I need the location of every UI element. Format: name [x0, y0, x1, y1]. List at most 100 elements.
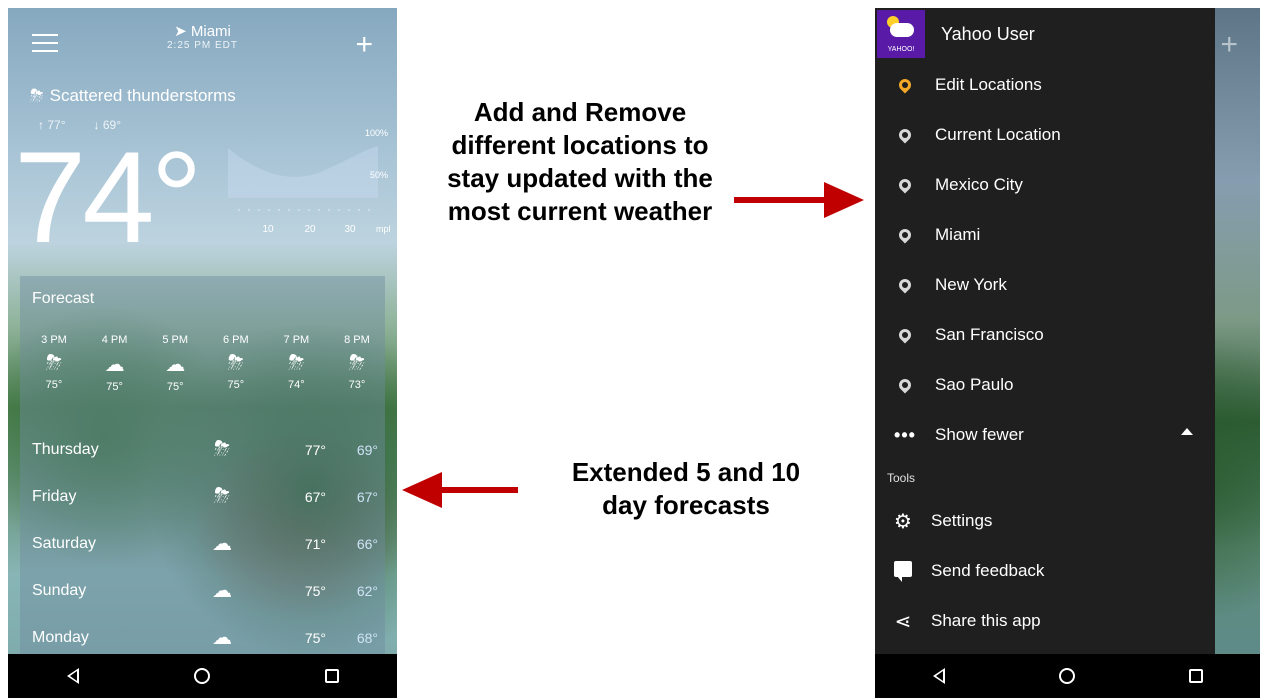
location-pin-icon	[875, 376, 935, 394]
tools-section-label: Tools	[887, 471, 916, 485]
add-location-icon[interactable]: +	[1220, 28, 1238, 62]
current-temperature: 74°	[14, 124, 203, 270]
home-icon	[194, 668, 211, 684]
menu-item-label: Miami	[935, 225, 981, 244]
caption-locations: Add and Remove different locations to st…	[447, 97, 713, 226]
add-location-icon[interactable]: +	[355, 30, 373, 60]
navigation-drawer: YAHOO! Yahoo User Edit Locations Current…	[875, 8, 1215, 654]
day-row[interactable]: Saturday ☁ 71° 66°	[32, 520, 382, 567]
chevron-up-icon	[1181, 428, 1193, 435]
menu-item-current-location[interactable]: Current Location	[875, 110, 1215, 160]
hour-item: 6 PM ⛈ 75°	[210, 334, 262, 393]
menu-item-label: Send feedback	[931, 561, 1045, 580]
location-arrow-icon: ➤	[174, 23, 191, 40]
day-high: 71°	[304, 535, 326, 552]
top-bar: ➤ Miami 2:25 PM EDT +	[8, 8, 397, 78]
yahoo-weather-logo: YAHOO!	[877, 10, 925, 58]
location-pin-icon	[875, 76, 935, 94]
day-row[interactable]: Friday ⛈ 67° 67°	[32, 473, 382, 520]
day-name: Sunday	[32, 581, 87, 599]
hour-temp: 75°	[106, 381, 123, 393]
day-low: 67°	[356, 488, 378, 505]
recents-button[interactable]	[312, 656, 352, 696]
day-row[interactable]: Thursday ⛈ 77° 69°	[32, 426, 382, 473]
location-header: ➤ Miami 2:25 PM EDT	[8, 22, 397, 51]
menu-item-label: Share this app	[931, 611, 1041, 630]
cloud-icon: ☁	[212, 580, 232, 602]
day-high: 75°	[304, 582, 326, 599]
user-name[interactable]: Yahoo User	[941, 24, 1035, 45]
feedback-icon	[875, 560, 931, 583]
day-low: 69°	[356, 441, 378, 458]
menu-item-mexico-city[interactable]: Mexico City	[875, 160, 1215, 210]
menu-item-label: Mexico City	[935, 175, 1023, 194]
day-name: Monday	[32, 628, 89, 646]
forecast-title: Forecast	[32, 290, 95, 307]
cloud-icon: ☁	[212, 533, 232, 555]
menu-item-send-feedback[interactable]: Send feedback	[875, 546, 1215, 596]
recents-icon	[1188, 669, 1203, 683]
menu-item-share-app[interactable]: ⋖ Share this app	[875, 596, 1215, 646]
thunderstorm-icon: ⛈	[288, 352, 305, 374]
menu-item-settings[interactable]: ⚙ Settings	[875, 496, 1215, 546]
menu-item-new-york[interactable]: New York	[875, 260, 1215, 310]
recents-button[interactable]	[1176, 656, 1216, 696]
hour-time: 5 PM	[162, 334, 189, 346]
drawer-screen: + YAHOO! Yahoo User Edit Locations Curre…	[875, 8, 1260, 698]
hour-item: 5 PM ☁ 75°	[149, 334, 201, 393]
back-icon	[66, 668, 79, 684]
forecast-panel: Forecast 3 PM ⛈ 75° 4 PM ☁ 75° 5 PM ☁ 75…	[20, 276, 385, 666]
arrow-right-icon	[734, 182, 864, 218]
axis-label-10: 10	[262, 224, 274, 235]
location-pin-icon	[875, 126, 935, 144]
cloud-icon: ☁	[165, 354, 186, 376]
day-row[interactable]: Sunday ☁ 75° 62°	[32, 567, 382, 614]
menu-item-show-fewer[interactable]: ••• Show fewer	[875, 410, 1215, 460]
home-button[interactable]	[1047, 656, 1087, 696]
hour-temp: 75°	[45, 379, 63, 391]
drawer-header: YAHOO! Yahoo User	[875, 8, 1215, 60]
menu-item-miami[interactable]: Miami	[875, 210, 1215, 260]
caption-forecasts: Extended 5 and 10 day forecasts	[571, 457, 801, 520]
day-low: 62°	[356, 582, 378, 599]
share-icon: ⋖	[894, 610, 912, 633]
menu-item-label: Current Location	[935, 125, 1061, 144]
menu-item-san-francisco[interactable]: San Francisco	[875, 310, 1215, 360]
hour-temp: 74°	[288, 379, 305, 391]
settings-icon: ⚙	[894, 510, 912, 533]
day-high: 67°	[304, 488, 326, 505]
current-condition: ⛈ Scattered thunderstorms	[30, 86, 236, 106]
back-button[interactable]	[919, 656, 959, 696]
thunderstorm-icon: ⛈	[30, 86, 44, 105]
weather-screen: ➤ Miami 2:25 PM EDT + ⛈ Scattered thunde…	[8, 8, 397, 698]
day-low: 66°	[356, 535, 378, 552]
menu-item-sao-paulo[interactable]: Sao Paulo	[875, 360, 1215, 410]
menu-item-label: New York	[935, 275, 1007, 294]
back-button[interactable]	[53, 656, 93, 696]
axis-unit: mph	[376, 224, 390, 234]
menu-item-edit-locations[interactable]: Edit Locations	[875, 60, 1215, 110]
android-nav-bar	[8, 654, 397, 698]
day-high: 75°	[304, 629, 326, 646]
day-name: Thursday	[32, 440, 99, 458]
menu-item-label: San Francisco	[935, 325, 1044, 344]
hourly-forecast[interactable]: 3 PM ⛈ 75° 4 PM ☁ 75° 5 PM ☁ 75° 6 PM ⛈ …	[28, 334, 383, 393]
hour-item: 8 PM ⛈ 73°	[331, 334, 383, 393]
condition-text: Scattered thunderstorms	[49, 86, 236, 105]
precipitation-chart: 100% 50% 10 20 30 mph	[228, 118, 394, 258]
day-name: Friday	[32, 487, 77, 505]
axis-label-top: 100%	[365, 128, 388, 138]
hour-time: 4 PM	[101, 334, 128, 346]
precip-area	[228, 146, 378, 198]
hour-time: 8 PM	[344, 334, 370, 346]
cloud-icon: ☁	[212, 627, 232, 649]
arrow-left-icon	[402, 472, 518, 508]
more-dots-icon: •••	[894, 424, 916, 445]
location-pin-icon	[875, 226, 935, 244]
hour-time: 6 PM	[222, 334, 249, 346]
hour-item: 4 PM ☁ 75°	[89, 334, 141, 393]
home-icon	[1059, 668, 1076, 684]
home-button[interactable]	[182, 656, 222, 696]
menu-item-label: Sao Paulo	[935, 375, 1014, 394]
hour-temp: 75°	[227, 379, 245, 391]
